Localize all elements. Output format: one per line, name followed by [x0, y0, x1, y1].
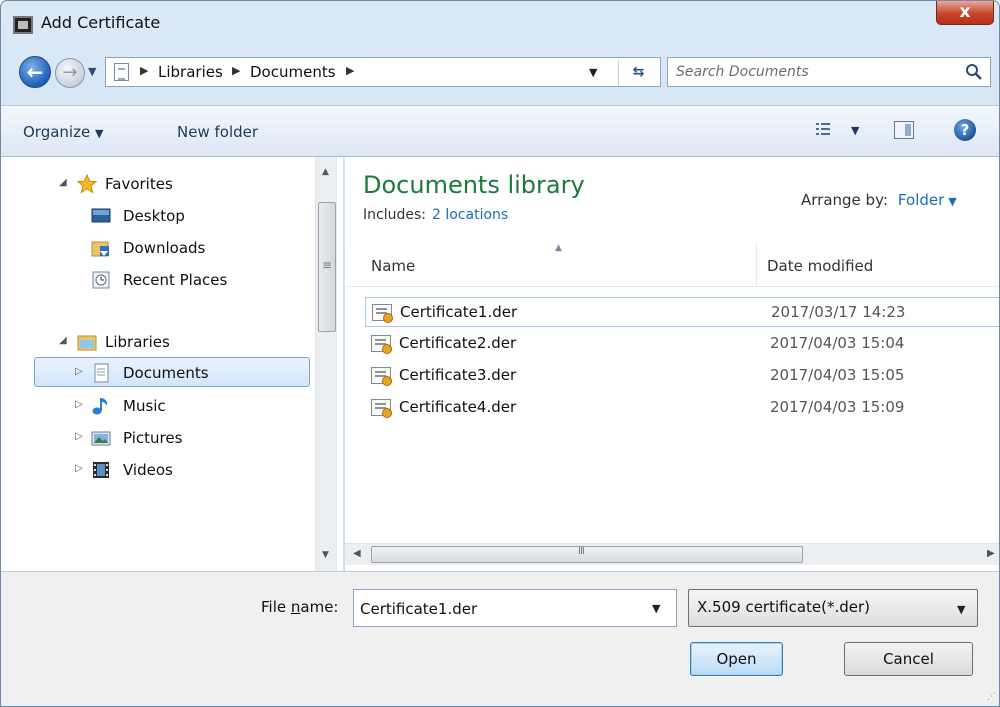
- column-header-name[interactable]: Name: [371, 257, 415, 275]
- search-input[interactable]: [676, 62, 956, 82]
- documents-library-icon: [114, 63, 129, 81]
- chevron-down-icon[interactable]: ▼: [652, 602, 660, 615]
- downloads-folder-icon: [91, 241, 109, 257]
- chevron-down-icon[interactable]: ▼: [948, 195, 956, 208]
- collapsed-arrow-icon[interactable]: ▷: [75, 399, 83, 410]
- collapsed-arrow-icon[interactable]: ▷: [75, 463, 83, 474]
- add-certificate-dialog: Add Certificate x ← → ▼ ▶ Libraries ▶ Do…: [0, 0, 1000, 707]
- star-icon: [77, 174, 97, 194]
- recent-places-icon: [92, 271, 110, 289]
- file-row[interactable]: Certificate4.der 2017/04/03 15:09: [365, 393, 999, 423]
- nav-pictures[interactable]: ▷ Pictures: [1, 423, 313, 453]
- views-dropdown[interactable]: ▼: [851, 124, 859, 137]
- videos-icon: [93, 462, 109, 478]
- breadcrumb-documents[interactable]: Documents: [250, 63, 336, 81]
- locations-link[interactable]: 2 locations: [432, 207, 508, 223]
- file-row[interactable]: Certificate1.der 2017/03/17 14:23: [365, 297, 999, 327]
- chevron-down-icon: ▼: [94, 127, 104, 140]
- nav-desktop[interactable]: Desktop: [1, 201, 313, 231]
- resize-grip-icon[interactable]: ⋰: [987, 692, 996, 702]
- scroll-thumb[interactable]: [371, 546, 803, 563]
- certificate-file-icon: [371, 399, 392, 418]
- file-row[interactable]: Certificate2.der 2017/04/03 15:04: [365, 329, 999, 359]
- recent-pages-dropdown[interactable]: ▼: [88, 65, 96, 78]
- column-divider[interactable]: [756, 243, 757, 287]
- certificate-file-icon: [371, 367, 392, 386]
- expanded-arrow-icon[interactable]: ◢: [59, 177, 67, 188]
- music-icon: [92, 398, 108, 415]
- libraries-icon: [77, 335, 97, 351]
- file-name-label: File name:: [261, 598, 339, 616]
- title-bar: Add Certificate x: [1, 1, 999, 51]
- organize-button[interactable]: Organize ▼: [23, 123, 103, 141]
- scroll-right-icon[interactable]: ▶: [987, 548, 995, 559]
- open-button[interactable]: Open: [690, 642, 783, 676]
- cancel-button[interactable]: Cancel: [844, 642, 973, 676]
- collapsed-arrow-icon[interactable]: ▷: [75, 366, 83, 377]
- nav-music[interactable]: ▷ Music: [1, 391, 313, 421]
- arrow-left-icon: ←: [26, 60, 44, 84]
- certificate-file-icon: [371, 335, 392, 354]
- nav-recent-places[interactable]: Recent Places: [1, 265, 313, 295]
- nav-videos[interactable]: ▷ Videos: [1, 455, 313, 485]
- pictures-icon: [91, 431, 111, 446]
- scroll-down-icon[interactable]: ▼: [322, 550, 329, 560]
- nav-favorites[interactable]: ◢ Favorites: [1, 169, 313, 199]
- sort-ascending-icon: ▲: [555, 243, 562, 253]
- preview-pane-icon[interactable]: [894, 121, 914, 139]
- file-type-select[interactable]: X.509 certificate(*.der) ▼: [688, 589, 978, 627]
- file-list-pane: Documents library Includes: 2 locations A…: [345, 157, 999, 571]
- chevron-down-icon: ▼: [957, 603, 966, 616]
- dialog-footer: File name: ▼ X.509 certificate(*.der) ▼ …: [1, 571, 999, 706]
- app-icon: [13, 16, 33, 34]
- navigation-pane: ◢ Favorites Desktop Downloads Recent Pla…: [1, 157, 344, 571]
- library-title: Documents library: [363, 171, 585, 199]
- navigation-bar: ← → ▼ ▶ Libraries ▶ Documents ▶ ▼ ⇆: [1, 51, 999, 105]
- address-bar[interactable]: ▶ Libraries ▶ Documents ▶ ▼ ⇆: [105, 57, 661, 87]
- back-button[interactable]: ←: [19, 56, 51, 88]
- column-header-date-modified[interactable]: Date modified: [767, 257, 873, 275]
- address-history-dropdown[interactable]: ▼: [589, 66, 597, 79]
- documents-icon: [94, 363, 109, 383]
- nav-libraries[interactable]: ◢ Libraries: [1, 327, 313, 357]
- library-includes: Includes: 2 locations: [363, 207, 509, 223]
- forward-button[interactable]: →: [55, 58, 85, 88]
- expanded-arrow-icon[interactable]: ◢: [59, 335, 67, 346]
- collapsed-arrow-icon[interactable]: ▷: [75, 431, 83, 442]
- chevron-right-icon[interactable]: ▶: [346, 64, 354, 77]
- refresh-icon[interactable]: ⇆: [618, 60, 658, 86]
- nav-downloads[interactable]: Downloads: [1, 233, 313, 263]
- window-title: Add Certificate: [41, 13, 161, 32]
- column-headers: ▲ Name Date modified: [345, 243, 999, 287]
- nav-documents[interactable]: ▷ Documents: [34, 357, 310, 387]
- search-box[interactable]: [667, 57, 991, 87]
- file-name-input[interactable]: [360, 598, 640, 620]
- file-row[interactable]: Certificate3.der 2017/04/03 15:05: [365, 361, 999, 391]
- close-button[interactable]: x: [936, 1, 994, 25]
- search-icon[interactable]: [965, 63, 983, 81]
- nav-vertical-scrollbar[interactable]: ▲ ▼: [315, 157, 337, 571]
- file-list-horizontal-scrollbar[interactable]: ◀ ▶: [345, 543, 999, 565]
- arrow-right-icon: →: [62, 62, 78, 83]
- chevron-right-icon[interactable]: ▶: [140, 64, 148, 77]
- chevron-right-icon[interactable]: ▶: [232, 64, 240, 77]
- arrange-by-dropdown[interactable]: Folder: [898, 191, 944, 209]
- new-folder-button[interactable]: New folder: [177, 123, 258, 141]
- help-icon[interactable]: ?: [954, 119, 976, 141]
- scroll-thumb[interactable]: [318, 202, 336, 332]
- certificate-file-icon: [372, 304, 393, 323]
- scroll-up-icon[interactable]: ▲: [322, 167, 329, 177]
- scroll-left-icon[interactable]: ◀: [353, 548, 361, 559]
- desktop-icon: [91, 208, 111, 223]
- change-view-icon[interactable]: [815, 121, 831, 137]
- breadcrumb-libraries[interactable]: Libraries: [158, 63, 223, 81]
- file-name-combobox[interactable]: ▼: [353, 589, 677, 627]
- arrange-by: Arrange by: Folder ▼: [801, 191, 957, 209]
- command-toolbar: Organize ▼ New folder ▼ ?: [1, 105, 999, 157]
